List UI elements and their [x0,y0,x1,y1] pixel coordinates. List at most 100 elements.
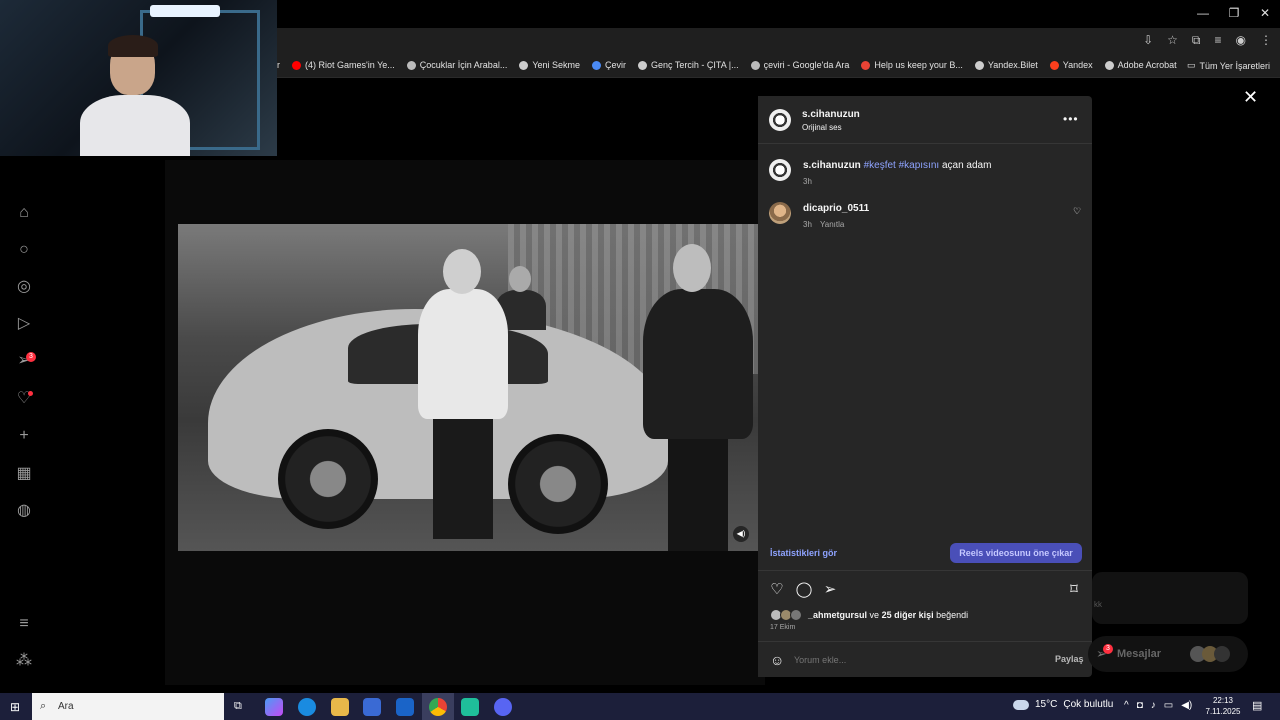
bookmark-item[interactable]: Yandex [1049,60,1093,70]
comment-time: 3h [803,220,812,229]
notification-center-icon[interactable]: ▤ [1252,699,1262,712]
comment-icon[interactable]: ◯ [795,581,813,599]
create-icon[interactable]: + [14,426,34,446]
video-person-white [418,249,508,539]
comment-like-icon[interactable]: ♡ [1073,206,1081,217]
comment-username[interactable]: dicaprio_0511 [803,203,869,214]
microphone-icon[interactable]: ♪ [1151,700,1156,711]
caption: s.cihanuzun #keşfet #kapısını açan adam [803,160,991,171]
likes-text[interactable]: _ahmetgursul ve 25 diğer kişi beğendi [808,610,968,620]
edge-icon[interactable] [298,698,316,716]
meta-apps-icon[interactable]: ⁂ [14,651,34,671]
discord-icon[interactable] [494,698,512,716]
more-menu-icon[interactable]: ≡ [14,614,34,634]
author-username[interactable]: s.cihanuzun [802,109,860,120]
minimize-button[interactable]: — [1188,6,1218,20]
volume-icon[interactable]: ◀) [1181,700,1192,711]
likes-user[interactable]: _ahmetgursul [808,610,867,620]
likes-connector: ve [869,610,880,620]
search-icon[interactable]: ○ [14,240,34,260]
extensions-icon[interactable]: ⧉ [1192,33,1201,48]
bookmark-label: Çevir [605,60,627,70]
chrome-icon[interactable] [429,698,447,716]
comment-input[interactable] [794,653,1034,667]
author-avatar[interactable] [769,109,791,131]
reels-icon[interactable]: ▷ [14,314,34,334]
bookmark-label: Genç Tercih - ÇITA |... [651,60,739,70]
messages-pill-badge: 3 [1103,644,1113,654]
store-icon[interactable] [363,698,381,716]
home-icon[interactable]: ⌂ [14,203,34,223]
bookmark-item[interactable]: Yandex.Bilet [974,60,1038,70]
dashboard-icon[interactable]: ▦ [14,464,34,484]
insights-link[interactable]: İstatistikleri gör [770,548,837,558]
close-window-button[interactable]: ✕ [1250,6,1280,20]
likes-others[interactable]: 25 diğer kişi [882,610,934,620]
network-icon[interactable]: ▭ [1164,700,1173,711]
restore-button[interactable]: ❐ [1219,6,1249,20]
caption-hashtags[interactable]: #keşfet #kapısını [864,160,940,171]
all-bookmarks-label: Tüm Yer İşaretleri [1199,60,1270,71]
boost-reel-button[interactable]: Reels videosunu öne çıkar [950,543,1082,563]
task-view-icon[interactable]: ⧉ [234,700,242,713]
globe-icon [1104,60,1114,70]
bookmark-list: ar(4) Riot Games'in Ye...Çocuklar İçin A… [272,60,1177,70]
profile-avatar-icon[interactable]: ◍ [14,501,34,521]
menu-icon[interactable]: ⋮ [1260,33,1272,48]
webcam-person [80,35,190,156]
translate-icon [592,60,602,70]
profile-icon[interactable]: ◉ [1236,33,1246,48]
commenter-avatar[interactable] [769,202,791,224]
audio-label[interactable]: Orijinal ses [802,123,842,132]
comment-reply[interactable]: Yanıtla [820,220,844,229]
file-explorer-icon[interactable] [331,698,349,716]
webcam-person-hair [108,35,158,57]
bookmark-item[interactable]: Help us keep your B... [861,60,963,70]
bookmark-item[interactable]: (4) Riot Games'in Ye... [292,60,395,70]
clock-date: 7.11.2025 [1205,707,1241,716]
install-app-icon[interactable]: ⇩ [1143,33,1153,48]
windows-start-icon[interactable]: ⊞ [10,700,20,714]
explore-icon[interactable]: ◎ [14,277,34,297]
share-icon[interactable]: ➢ [821,581,839,599]
more-options-button[interactable]: ••• [1063,112,1079,126]
post-comment-button[interactable]: Paylaş [1055,654,1084,664]
bookmark-star-icon[interactable]: ☆ [1167,33,1178,48]
likes-summary: _ahmetgursul ve 25 diğer kişi beğendi [770,609,968,621]
emoji-icon[interactable]: ☺ [770,652,784,668]
google-icon [406,60,416,70]
caption-username[interactable]: s.cihanuzun [803,160,861,171]
google-icon [750,60,760,70]
caption-text: açan adam [941,160,992,171]
clock[interactable]: 22:13 7.11.2025 [1200,695,1246,717]
bookmark-item[interactable]: Genç Tercih - ÇITA |... [638,60,739,70]
bookmark-item[interactable]: Çocuklar İçin Arabal... [406,60,507,70]
terminal-app-icon[interactable] [461,698,479,716]
outlook-icon[interactable] [396,698,414,716]
gmail-icon [861,60,871,70]
bookmark-label: Yandex.Bilet [987,60,1038,70]
bookmark-label: Adobe Acrobat [1117,60,1177,70]
caption-avatar[interactable] [769,159,791,181]
bookmark-item[interactable]: Yeni Sekme [519,60,580,70]
save-icon[interactable]: ⌑ [1065,581,1083,599]
bookmark-item[interactable]: Çevir [592,60,626,70]
bookmark-label: Yeni Sekme [532,60,581,70]
close-modal-icon[interactable]: ✕ [1243,88,1258,106]
clock-time: 22:13 [1212,696,1234,705]
folder-icon: ▭ [1186,60,1196,70]
like-icon[interactable]: ♡ [768,581,786,599]
bookmark-item[interactable]: çeviri - Google'da Ara [750,60,849,70]
weather-widget[interactable]: 15°C Çok bulutlu [1013,699,1113,710]
copilot-icon[interactable] [265,698,283,716]
globe-icon [974,60,984,70]
message-avatar [1214,646,1230,662]
reel-video[interactable] [178,224,758,551]
toolbar-icons: ⇩ ☆ ⧉ ≡ ◉ ⋮ [1143,33,1272,48]
mute-icon[interactable]: ◀) [733,526,749,542]
media-icon[interactable]: ≡ [1215,33,1222,48]
camera-icon[interactable]: ◘ [1137,700,1143,711]
chevron-up-icon[interactable]: ^ [1124,700,1129,711]
bookmark-item[interactable]: Adobe Acrobat [1104,60,1177,70]
all-bookmarks-button[interactable]: ▭ Tüm Yer İşaretleri [1187,60,1270,71]
